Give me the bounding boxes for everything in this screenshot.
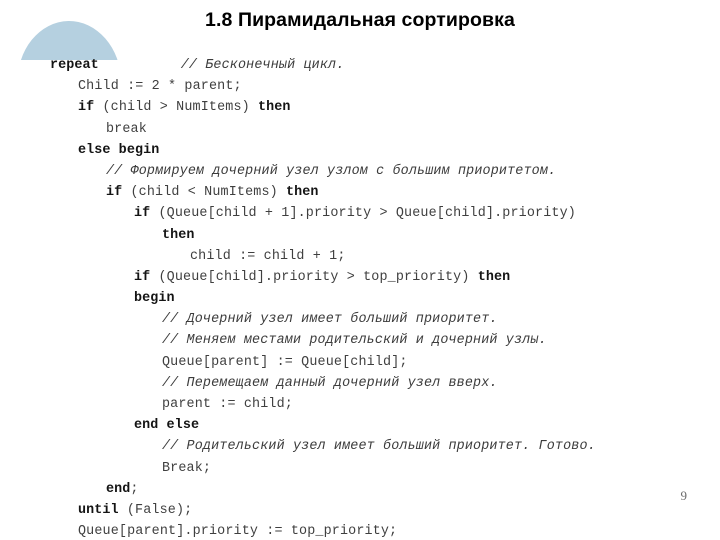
code-line: // Перемещаем данный дочерний узел вверх… (0, 373, 720, 394)
code-keyword: then (258, 100, 291, 116)
code-keyword: end (106, 481, 131, 497)
code-line: else begin (0, 140, 720, 161)
code-text: (Queue[child + 1].priority > Queue[child… (150, 206, 576, 222)
code-line: // Формируем дочерний узел узлом с больш… (0, 161, 720, 182)
code-keyword: if (134, 206, 151, 222)
code-line: repeat // Бесконечный цикл. (0, 55, 720, 76)
code-line: end; (0, 479, 720, 500)
code-line: Child := 2 * parent; (0, 76, 720, 97)
code-line: then (0, 225, 720, 246)
code-keyword: then (477, 269, 511, 285)
code-keyword: else begin (78, 142, 160, 158)
code-comment: // Формируем дочерний узел узлом с больш… (106, 163, 557, 179)
code-keyword: begin (134, 291, 175, 307)
code-line: break (0, 119, 720, 140)
code-comment: // Перемещаем данный дочерний узел вверх… (162, 375, 498, 391)
code-text: child := child + 1; (190, 248, 346, 264)
code-line: child := child + 1; (0, 246, 720, 267)
code-line: Queue[parent] := Queue[child]; (0, 352, 720, 373)
code-text: (False); (118, 502, 193, 518)
code-line: if (Queue[child].priority > top_priority… (0, 267, 720, 288)
code-line: until (False); (0, 500, 720, 521)
code-line: parent := child; (0, 394, 720, 415)
code-line: end else (0, 415, 720, 436)
code-keyword: end else (134, 418, 200, 434)
code-text: (child < NumItems) (122, 185, 286, 201)
code-comment: // Дочерний узел имеет больший приоритет… (162, 312, 498, 328)
page-number: 9 (680, 488, 688, 503)
code-text: Queue[parent] := Queue[child]; (162, 354, 408, 370)
code-listing: repeat // Бесконечный цикл. Child := 2 * … (0, 55, 720, 540)
code-text: Break; (162, 460, 212, 476)
code-keyword: until (78, 502, 119, 518)
slide-canvas: 1.8 Пирамидальная сортировка repeat // Б… (0, 0, 720, 540)
code-comment: // Меняем местами родительский и дочерни… (162, 333, 547, 349)
code-line: begin (0, 288, 720, 309)
code-keyword: then (162, 227, 195, 243)
code-comment: // Родительский узел имеет больший приор… (162, 439, 596, 455)
code-text: break (106, 121, 147, 137)
code-keyword: then (286, 185, 319, 201)
code-text: parent := child; (162, 397, 293, 412)
code-line: // Дочерний узел имеет больший приоритет… (0, 309, 720, 330)
code-text: ; (130, 481, 139, 497)
code-keyword: if (134, 269, 151, 285)
code-line: if (child > NumItems) then (0, 97, 720, 118)
code-text: (child > NumItems) (94, 100, 258, 116)
code-comment: // Бесконечный цикл. (180, 58, 345, 73)
page-title: 1.8 Пирамидальная сортировка (205, 9, 515, 31)
code-line: if (child < NumItems) then (0, 182, 720, 203)
code-text: Child := 2 * parent; (78, 79, 242, 95)
code-line: Queue[parent].priority := top_priority; (0, 521, 720, 540)
code-keyword: repeat (50, 58, 99, 73)
code-line: // Меняем местами родительский и дочерни… (0, 330, 720, 351)
code-keyword: if (106, 185, 123, 201)
code-keyword: if (78, 100, 95, 116)
code-text: (Queue[child].priority > top_priority) (150, 269, 478, 285)
code-line: // Родительский узел имеет больший приор… (0, 436, 720, 457)
code-line: if (Queue[child + 1].priority > Queue[ch… (0, 203, 720, 224)
code-text: Queue[parent].priority := top_priority; (78, 524, 398, 540)
code-line: Break; (0, 458, 720, 479)
